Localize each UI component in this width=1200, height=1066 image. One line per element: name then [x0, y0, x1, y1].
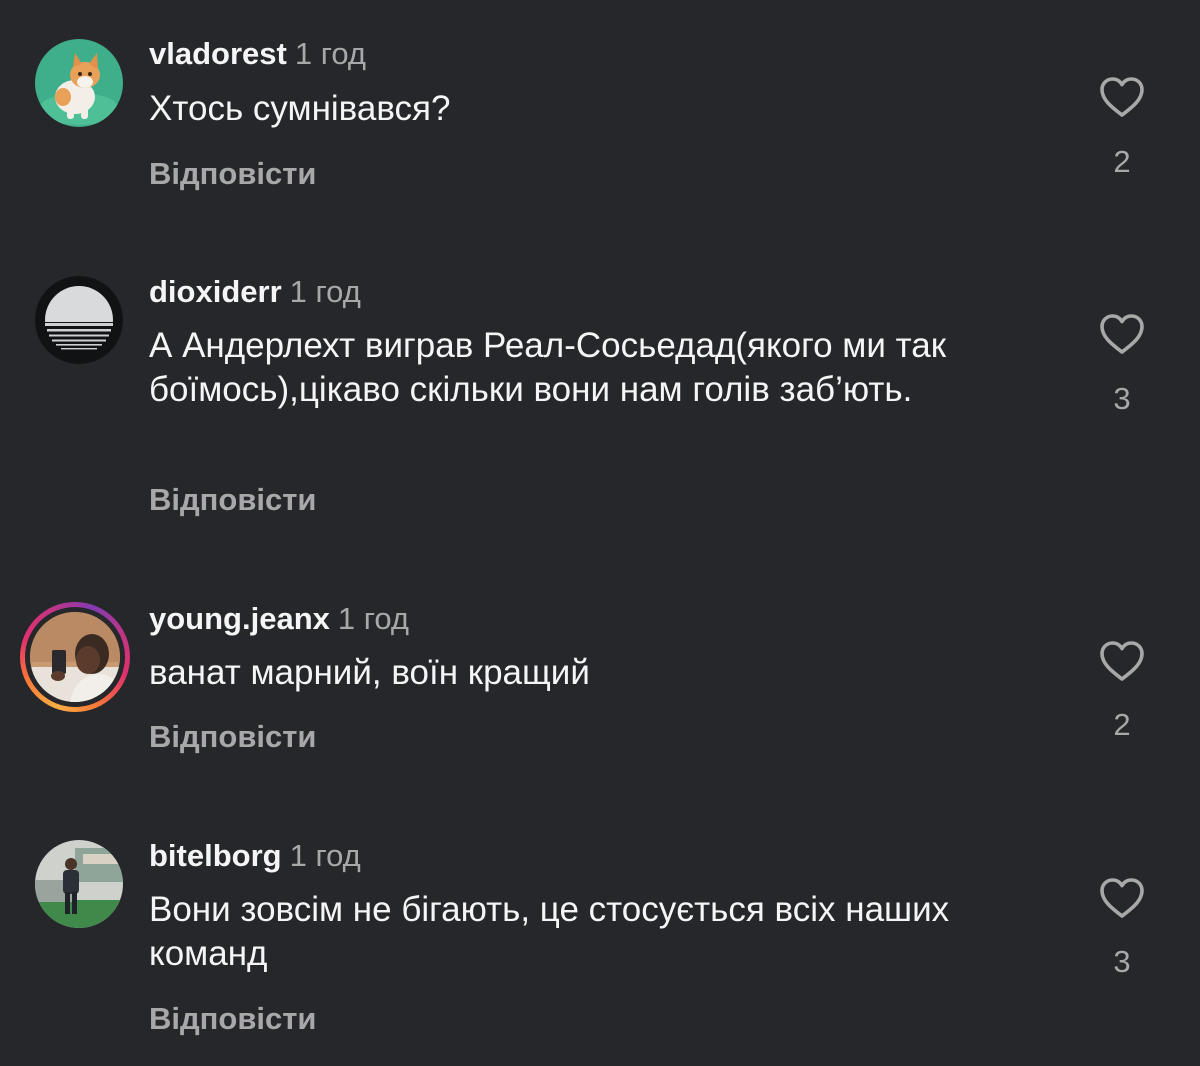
reply-button[interactable]: Відповісти	[149, 999, 317, 1039]
comment-text: Вони зовсім не бігають, це стосується вс…	[149, 890, 950, 973]
like-count: 3	[1113, 944, 1131, 979]
username[interactable]: bitelborg	[149, 838, 282, 873]
heart-icon	[1100, 878, 1144, 918]
person-standing-photo-icon	[35, 840, 123, 928]
avatar[interactable]	[35, 840, 123, 928]
comment-header: bitelborg 1 год	[149, 836, 361, 876]
timestamp: 1 год	[289, 838, 361, 873]
comment-item: bitelborg 1 год Вони зовсім не бігають, ц…	[0, 0, 1200, 1066]
like-button[interactable]	[1098, 876, 1146, 920]
